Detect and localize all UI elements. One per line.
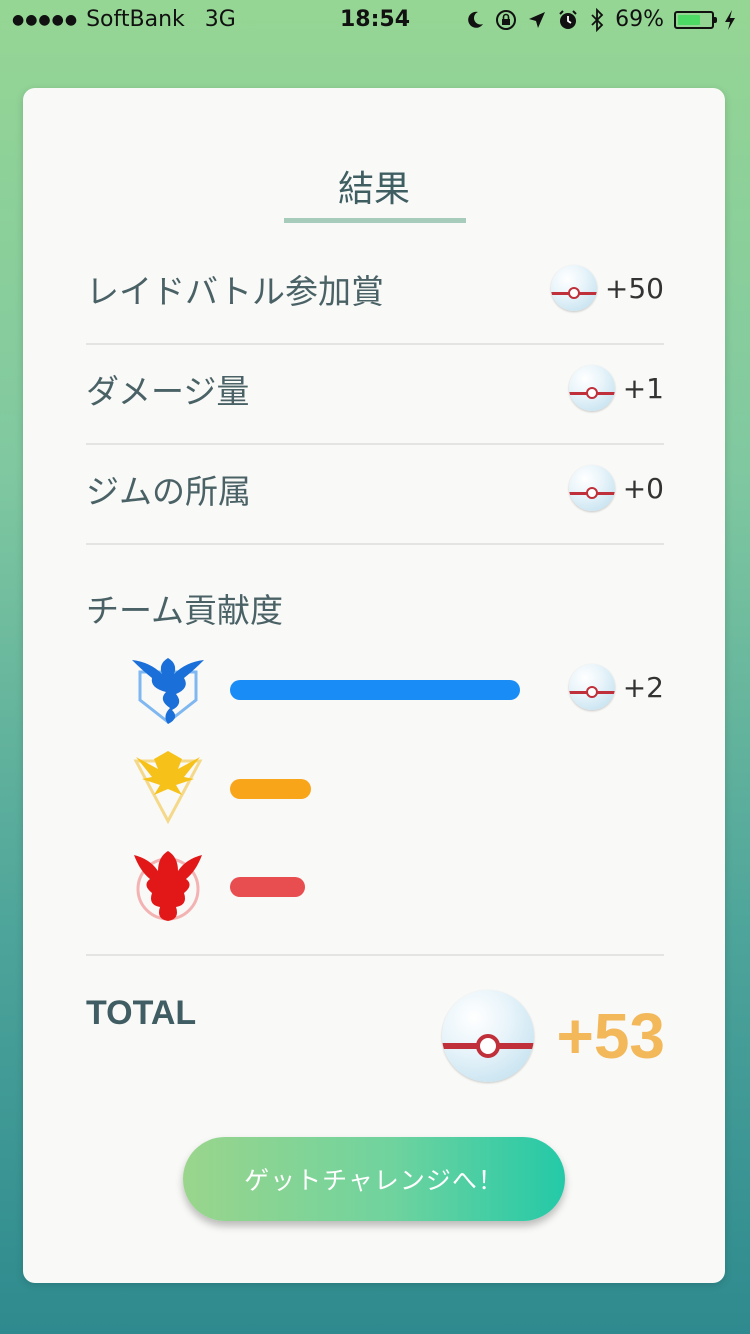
reward-row-damage: ダメージ量 +1 (86, 343, 664, 445)
reward-value: +1 (622, 371, 664, 405)
team-row-instinct (128, 747, 664, 827)
battery-tip (714, 16, 717, 23)
total-label: TOTAL (86, 994, 197, 1032)
total-reward: +53 (442, 990, 665, 1082)
reward: +1 (568, 365, 664, 411)
reward-value: +50 (604, 271, 664, 305)
team-valor-bar (230, 877, 305, 897)
team-instinct-bar (230, 779, 311, 799)
status-bar: ●●●●● SoftBank 3G 18:54 69% (0, 0, 750, 40)
row-label: ダメージ量 (86, 372, 250, 411)
reward: +2 (568, 664, 664, 710)
premier-ball-icon (442, 990, 535, 1082)
premier-ball-icon (568, 365, 615, 411)
team-valor-icon (134, 851, 202, 921)
reward-row-gym-affiliation: ジムの所属 +0 (86, 443, 664, 545)
team-instinct-icon (133, 751, 203, 825)
get-challenge-button[interactable]: ゲットチャレンジへ！ (183, 1137, 565, 1221)
bluetooth-icon (591, 7, 604, 32)
premier-ball-icon (568, 465, 615, 511)
battery-percent: 69% (615, 7, 664, 32)
result-title: 結果 (337, 169, 410, 210)
premier-ball-icon (568, 664, 615, 710)
reward-value: +2 (622, 670, 664, 704)
status-right: 69% (465, 7, 736, 32)
charging-bolt-icon (725, 9, 735, 30)
battery-icon (674, 10, 717, 29)
orientation-lock-icon (496, 9, 517, 30)
row-label: ジムの所属 (86, 472, 251, 511)
team-row-mystic: +2 (128, 648, 664, 728)
reward-row-raid-participation: レイドバトル参加賞 +50 (86, 243, 664, 345)
alarm-icon (559, 9, 577, 29)
location-arrow-icon (529, 11, 546, 28)
title-underline (284, 218, 466, 223)
team-mystic-bar (230, 680, 520, 700)
team-contribution-heading: チーム貢献度 (86, 591, 284, 630)
reward: +50 (550, 265, 664, 311)
battery-level (678, 14, 700, 25)
reward-value: +0 (622, 471, 664, 505)
result-card: 結果 レイドバトル参加賞 +50 ダメージ量 +1 ジムの所属 +0 チーム貢献… (23, 88, 725, 1283)
row-label: レイドバトル参加賞 (86, 272, 384, 311)
team-row-valor (128, 845, 664, 925)
reward: +0 (568, 465, 664, 511)
total-value: +53 (556, 1000, 665, 1072)
moon-icon (468, 11, 484, 28)
team-mystic-icon (132, 658, 204, 724)
premier-ball-icon (550, 265, 597, 311)
total-divider (86, 954, 664, 956)
